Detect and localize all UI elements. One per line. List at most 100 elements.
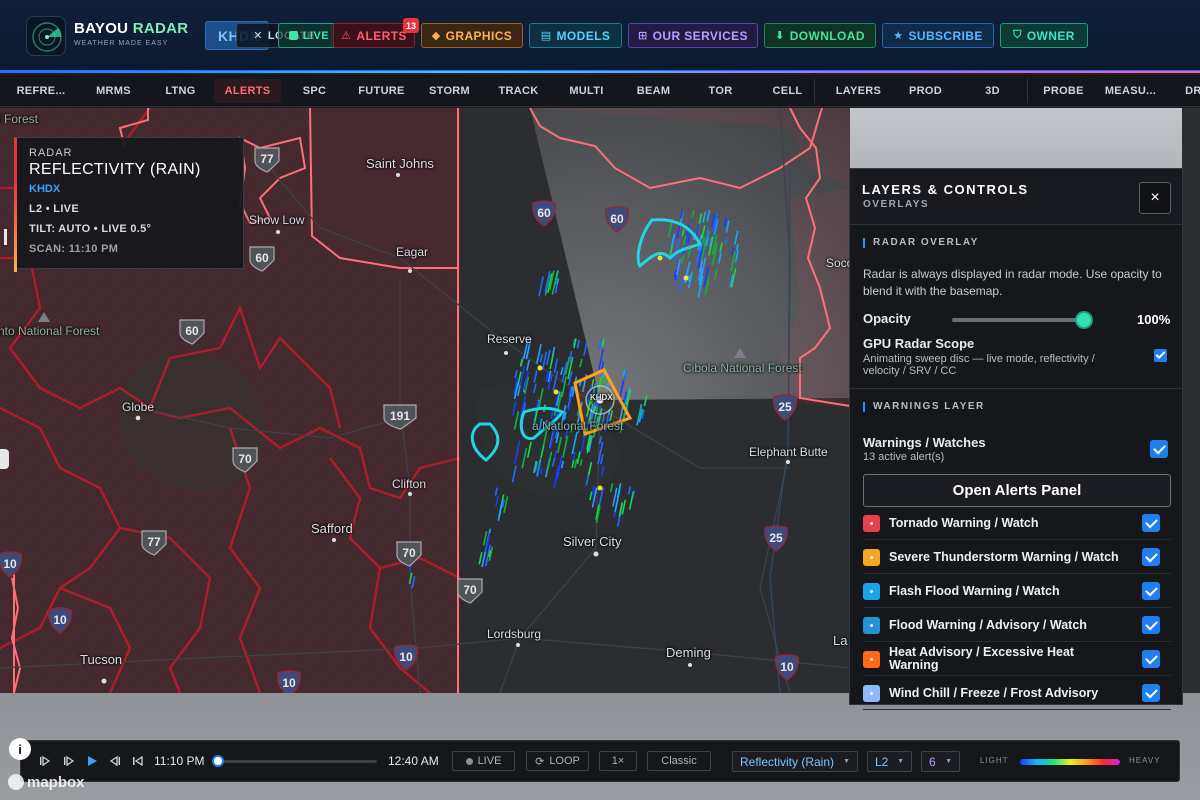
alert-type-row[interactable]: Severe Thunderstorm Warning / Watch	[863, 540, 1171, 574]
us-highway-shield: 191	[382, 402, 418, 430]
opacity-slider-track[interactable]	[952, 318, 1084, 322]
subscribe-button[interactable]: ★ SUBSCRIBE	[882, 23, 994, 48]
attribution-info-button[interactable]: i	[9, 738, 31, 760]
tab-dra[interactable]: DRA	[1164, 79, 1200, 103]
radar-overlay-section-title: RADAR OVERLAY	[863, 238, 979, 248]
tab-layers[interactable]: LAYERS	[825, 79, 892, 103]
warnings-watches-checkbox[interactable]	[1150, 440, 1168, 458]
grid-plus-icon: ⊞	[638, 30, 648, 42]
radar-echo-core	[597, 485, 603, 491]
tab-beam[interactable]: BEAM	[620, 79, 687, 103]
tab-track[interactable]: TRACK	[484, 79, 553, 103]
place-label: a National Forest	[532, 419, 624, 433]
play-icon	[88, 756, 97, 766]
toolbar-separator	[1027, 79, 1028, 103]
alert-type-checkbox[interactable]	[1142, 514, 1160, 532]
tab-measu[interactable]: MEASU...	[1097, 79, 1164, 103]
alert-type-checkbox[interactable]	[1142, 582, 1160, 600]
left-drawer-handle[interactable]	[0, 449, 9, 469]
alert-type-row[interactable]: Flood Warning / Advisory / Watch	[863, 608, 1171, 642]
place-label: Safford	[311, 521, 353, 536]
our-services-button[interactable]: ⊞ OUR SERVICES	[628, 23, 758, 48]
tab-prod[interactable]: PROD	[892, 79, 959, 103]
tab-refre[interactable]: REFRE...	[0, 79, 82, 103]
tab-ltng[interactable]: LTNG	[147, 79, 214, 103]
live-dot-icon	[465, 757, 473, 765]
alert-type-row[interactable]: Wind Chill / Freeze / Frost Advisory	[863, 676, 1171, 710]
place-label: Tucson	[80, 652, 123, 667]
skip-start-button[interactable]	[37, 753, 53, 769]
style-button[interactable]: Classic	[647, 751, 711, 771]
place-label: Elephant Butte	[749, 445, 828, 459]
product-toolbar: REFRE... MRMS LTNG ALERTS SPC FUTURE STORM TRAC…	[0, 75, 1200, 107]
close-icon: ✕	[253, 30, 263, 42]
radar-info-card[interactable]: RADAR REFLECTIVITY (RAIN) KHDX L2 • LIVE…	[14, 137, 244, 272]
skip-end-button[interactable]	[130, 753, 146, 769]
step-back-button[interactable]	[107, 753, 123, 769]
playback-timeline: 11:10 PM 12:40 AM LIVE ⟳ LOOP 1× Classic…	[20, 740, 1180, 782]
opacity-slider-thumb[interactable]	[1075, 311, 1093, 329]
owner-button[interactable]: ⛉ OWNER	[1000, 23, 1088, 48]
tab-multi[interactable]: MULTI	[553, 79, 620, 103]
step-forward-button[interactable]	[61, 753, 77, 769]
panel-title: LAYERS & CONTROLS	[862, 182, 1029, 197]
radar-overlay-description: Radar is always displayed in radar mode.…	[863, 267, 1162, 298]
warning-triangle-icon: ⚠	[341, 30, 352, 42]
tab-storm[interactable]: STORM	[415, 79, 484, 103]
speed-button[interactable]: 1×	[599, 751, 637, 771]
place-label: Reserve	[487, 332, 532, 346]
open-alerts-panel-button[interactable]: Open Alerts Panel	[863, 474, 1171, 507]
timeline-scrubber-track[interactable]	[217, 760, 377, 763]
app-root: BAYOU RADAR WEATHER MADE EASY KHDX ✕ LOC…	[0, 0, 1200, 800]
level-select[interactable]: L2 ▼	[867, 751, 912, 772]
interstate-shield: 10	[0, 550, 24, 578]
info-mode: L2 • LIVE	[29, 203, 79, 215]
radar-site-label[interactable]: KHDX	[590, 393, 613, 402]
alert-type-checkbox[interactable]	[1142, 650, 1160, 668]
layers-controls-panel: LAYERS & CONTROLS OVERLAYS × RADAR OVERL…	[849, 168, 1183, 710]
interstate-shield: 10	[275, 669, 303, 693]
interstate-shield: 10	[46, 606, 74, 634]
legend-low-label: LIGHT	[980, 756, 1009, 765]
us-highway-shield: 70	[395, 539, 423, 567]
graphics-button[interactable]: ◆ GRAPHICS	[421, 23, 523, 48]
download-button[interactable]: ⬇ DOWNLOAD	[764, 23, 876, 48]
tab-spc[interactable]: SPC	[281, 79, 348, 103]
alert-type-row[interactable]: Tornado Warning / Watch	[863, 506, 1171, 540]
place-label: La	[833, 633, 848, 648]
loop-toggle-button[interactable]: ⟳ LOOP	[526, 751, 589, 771]
tab-3d[interactable]: 3D	[959, 79, 1026, 103]
warnings-layer-section-title: WARNINGS LAYER	[863, 402, 985, 412]
alert-type-row[interactable]: Heat Advisory / Excessive Heat Warning	[863, 642, 1171, 676]
alert-type-checkbox[interactable]	[1142, 548, 1160, 566]
place-label: l Forest	[0, 112, 39, 126]
brand-logo[interactable]	[26, 16, 66, 56]
interstate-shield: 10	[392, 643, 420, 671]
alert-type-checkbox[interactable]	[1142, 616, 1160, 634]
product-select[interactable]: Reflectivity (Rain) ▼	[732, 751, 858, 772]
alert-type-row[interactable]: Flash Flood Warning / Watch	[863, 574, 1171, 608]
info-tilt: TILT: AUTO • LIVE 0.5°	[29, 223, 152, 235]
panel-edge-handle[interactable]	[4, 229, 7, 245]
place-label: Saint Johns	[366, 156, 434, 171]
gpu-radar-scope-checkbox[interactable]	[1154, 349, 1167, 362]
alert-type-checkbox[interactable]	[1142, 684, 1160, 702]
us-highway-shield: 77	[253, 145, 281, 173]
tab-probe[interactable]: PROBE	[1030, 79, 1097, 103]
alert-type-label: Wind Chill / Freeze / Frost Advisory	[889, 685, 1099, 700]
tab-alerts[interactable]: ALERTS	[214, 79, 281, 103]
tab-future[interactable]: FUTURE	[348, 79, 415, 103]
live-toggle-button[interactable]: LIVE	[452, 751, 515, 771]
close-panel-button[interactable]: ×	[1139, 182, 1171, 214]
play-button[interactable]	[84, 753, 100, 769]
mapbox-logo[interactable]: mapbox	[8, 773, 85, 791]
place-label: Show Low	[249, 213, 305, 227]
frame-count-select[interactable]: 6 ▼	[921, 751, 960, 772]
alerts-count-badge: 13	[403, 18, 420, 33]
tab-cell[interactable]: CELL	[754, 79, 821, 103]
models-button[interactable]: ▤ MODELS	[529, 23, 622, 48]
tab-mrms[interactable]: MRMS	[80, 79, 147, 103]
live-button[interactable]: LIVE	[278, 23, 336, 48]
timeline-scrubber-thumb[interactable]	[212, 755, 224, 767]
tab-tor[interactable]: TOR	[687, 79, 754, 103]
